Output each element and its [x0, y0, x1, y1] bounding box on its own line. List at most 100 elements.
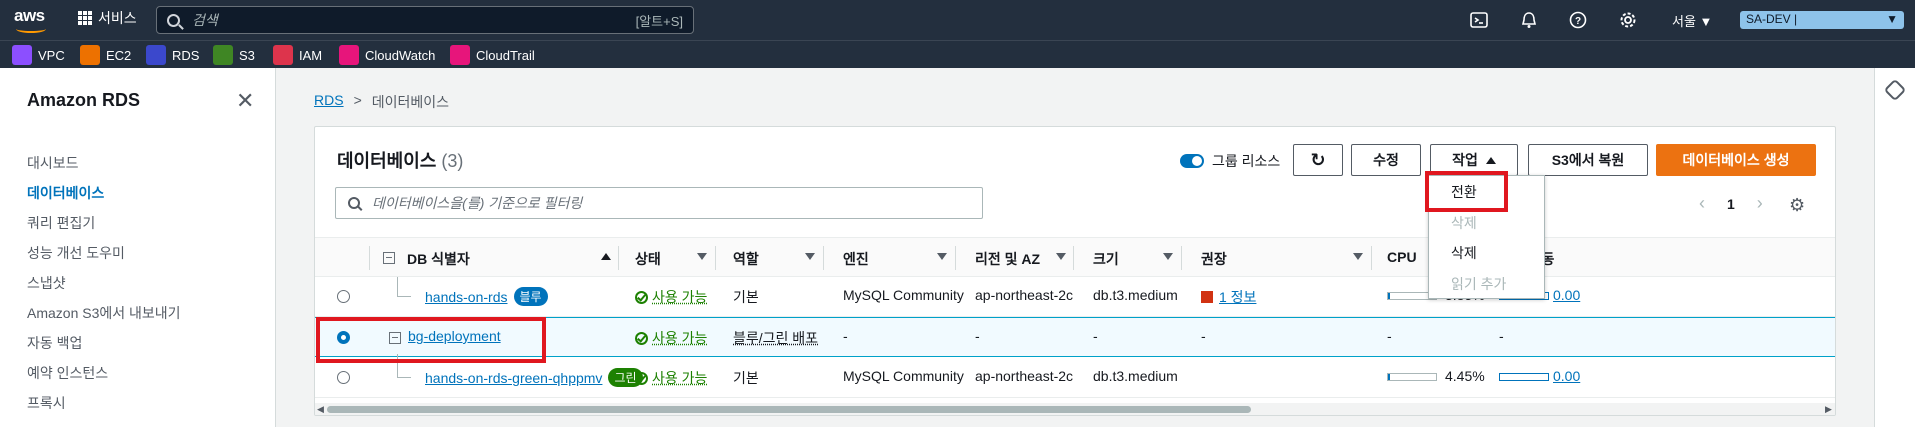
column-engine[interactable]: 엔진 — [843, 249, 869, 269]
sidebar-title: Amazon RDS — [27, 90, 141, 110]
column-divider — [955, 246, 956, 270]
engine-cell: MySQL Community — [843, 287, 964, 303]
tree-connector — [397, 277, 411, 297]
sidebar-item-automated-backups[interactable]: 자동 백업 — [27, 333, 82, 353]
check-circle-icon — [635, 332, 648, 345]
horizontal-scrollbar[interactable]: ◀ ▶ — [315, 403, 1835, 415]
account-menu[interactable]: SA-DEV | ▼ — [1740, 11, 1904, 29]
notifications-icon[interactable] — [1520, 11, 1538, 29]
status-text: 사용 가능 — [652, 330, 708, 346]
breadcrumb-rds[interactable]: RDS — [314, 92, 344, 112]
column-recommendations[interactable]: 권장 — [1201, 249, 1227, 269]
global-search-input[interactable]: 검색 [알트+S] — [156, 6, 694, 34]
menu-item-delete[interactable]: 삭제 — [1451, 243, 1477, 263]
chevron-down-icon: ▼ — [1886, 12, 1898, 26]
column-divider — [369, 246, 370, 270]
refresh-button[interactable]: ↻ — [1293, 144, 1343, 176]
favorite-rds[interactable]: RDS — [146, 45, 199, 65]
sidebar-item-proxies[interactable]: 프록시 — [27, 393, 66, 413]
blue-badge: 블루 — [513, 287, 548, 306]
sidebar-item-databases[interactable]: 데이터베이스 — [27, 183, 104, 203]
sort-icon[interactable] — [697, 253, 707, 260]
db-identifier-link[interactable]: hands-on-rds — [425, 289, 508, 305]
breadcrumb-current: 데이터베이스 — [371, 94, 450, 110]
sidebar-item-snapshots[interactable]: 스냅샷 — [27, 273, 66, 293]
row-radio[interactable] — [337, 290, 350, 303]
sort-icon[interactable] — [1353, 253, 1363, 260]
status-text: 사용 가능 — [652, 289, 708, 305]
ec2-icon — [80, 45, 100, 65]
table-row[interactable]: hands-on-rds 블루 사용 가능 기본 MySQL Community … — [315, 277, 1835, 317]
activity-value[interactable]: 0.00 — [1553, 287, 1580, 303]
table-row[interactable]: hands-on-rds-green-qhppmv 그린 사용 가능 기본 MyS… — [315, 354, 1835, 398]
cpu-cell: 4.45% — [1387, 368, 1485, 384]
next-page-icon[interactable]: › — [1757, 193, 1763, 214]
column-role[interactable]: 역할 — [733, 249, 759, 269]
scroll-left-icon[interactable]: ◀ — [317, 404, 324, 415]
table-header: DB 식별자 상태 역할 엔진 리전 및 AZ 크기 권장 CPU 현재 활동 — [315, 237, 1835, 277]
toggle-label: 그룹 리소스 — [1212, 153, 1281, 169]
region-cell: ap-northeast-2c — [975, 287, 1074, 303]
page-number[interactable]: 1 — [1727, 196, 1735, 212]
svg-text:?: ? — [1575, 16, 1581, 27]
favorite-vpc[interactable]: VPC — [12, 45, 65, 65]
help-icon[interactable]: ? — [1569, 11, 1587, 29]
aws-logo[interactable]: aws — [14, 6, 48, 34]
role-cell: 기본 — [733, 370, 759, 386]
favorite-iam[interactable]: IAM — [273, 45, 322, 65]
column-divider — [1371, 246, 1372, 270]
modify-button[interactable]: 수정 — [1351, 144, 1421, 176]
create-database-button[interactable]: 데이터베이스 생성 — [1656, 144, 1816, 176]
status-cell: 사용 가능 — [635, 368, 707, 388]
column-region-az[interactable]: 리전 및 AZ — [975, 249, 1040, 269]
column-status[interactable]: 상태 — [635, 249, 661, 269]
recommendation-link[interactable]: 1 정보 — [1219, 289, 1256, 305]
sidebar-item-query-editor[interactable]: 쿼리 편집기 — [27, 213, 95, 233]
row-radio[interactable] — [337, 371, 350, 384]
column-cpu[interactable]: CPU — [1387, 249, 1417, 265]
favorite-label: VPC — [38, 47, 65, 63]
engine-cell: MySQL Community — [843, 368, 964, 384]
favorite-ec2[interactable]: EC2 — [80, 45, 131, 65]
column-db-identifier[interactable]: DB 식별자 — [407, 249, 470, 269]
favorite-s3[interactable]: S3 — [213, 45, 255, 65]
table-settings-icon[interactable]: ⚙ — [1789, 195, 1805, 216]
region-selector[interactable]: 서울 ▼ — [1672, 11, 1712, 30]
sidebar-item-performance-insights[interactable]: 성능 개선 도우미 — [27, 243, 125, 263]
restore-from-s3-button[interactable]: S3에서 복원 — [1528, 144, 1648, 176]
column-divider — [1073, 246, 1074, 270]
role-cell: 블루/그린 배포 — [733, 330, 819, 346]
sort-asc-icon[interactable] — [601, 253, 611, 260]
scrollbar-thumb[interactable] — [327, 406, 1251, 413]
databases-panel: 데이터베이스 (3) 그룹 리소스 ↻ 수정 작업 S3에서 복원 데이터베이스… — [314, 126, 1836, 416]
close-icon[interactable]: ✕ — [236, 88, 254, 114]
activity-value[interactable]: 0.00 — [1553, 368, 1580, 384]
vpc-icon — [12, 45, 32, 65]
sort-icon[interactable] — [805, 253, 815, 260]
status-cell: 사용 가능 — [635, 328, 707, 348]
sort-icon[interactable] — [1163, 253, 1173, 260]
panel-toggle-icon[interactable] — [1883, 78, 1907, 102]
sidebar-item-dashboard[interactable]: 대시보드 — [27, 153, 79, 173]
engine-cell: - — [843, 328, 848, 344]
favorite-cloudwatch[interactable]: CloudWatch — [339, 45, 435, 65]
sidebar-item-reserved-instances[interactable]: 예약 인스턴스 — [27, 363, 108, 383]
db-identifier-link[interactable]: hands-on-rds-green-qhppmv — [425, 370, 602, 386]
settings-icon[interactable] — [1619, 11, 1637, 29]
check-circle-icon — [635, 372, 648, 385]
sort-icon[interactable] — [1056, 253, 1066, 260]
cloudshell-icon[interactable] — [1470, 11, 1488, 29]
favorite-cloudtrail[interactable]: CloudTrail — [450, 45, 535, 65]
filter-input[interactable]: 데이터베이스을(를) 기준으로 필터링 — [335, 187, 983, 219]
scroll-right-icon[interactable]: ▶ — [1825, 404, 1832, 415]
services-menu[interactable]: 서비스 — [78, 8, 137, 28]
role-cell: 기본 — [733, 289, 759, 305]
sidebar-item-s3-exports[interactable]: Amazon S3에서 내보내기 — [27, 303, 181, 323]
column-size[interactable]: 크기 — [1093, 249, 1119, 269]
grid-icon — [78, 11, 92, 25]
collapse-all-icon[interactable] — [383, 252, 395, 264]
sort-icon[interactable] — [937, 253, 947, 260]
prev-page-icon[interactable]: ‹ — [1699, 193, 1705, 214]
group-resources-toggle[interactable]: 그룹 리소스 — [1180, 151, 1280, 171]
toggle-switch[interactable] — [1180, 154, 1204, 168]
